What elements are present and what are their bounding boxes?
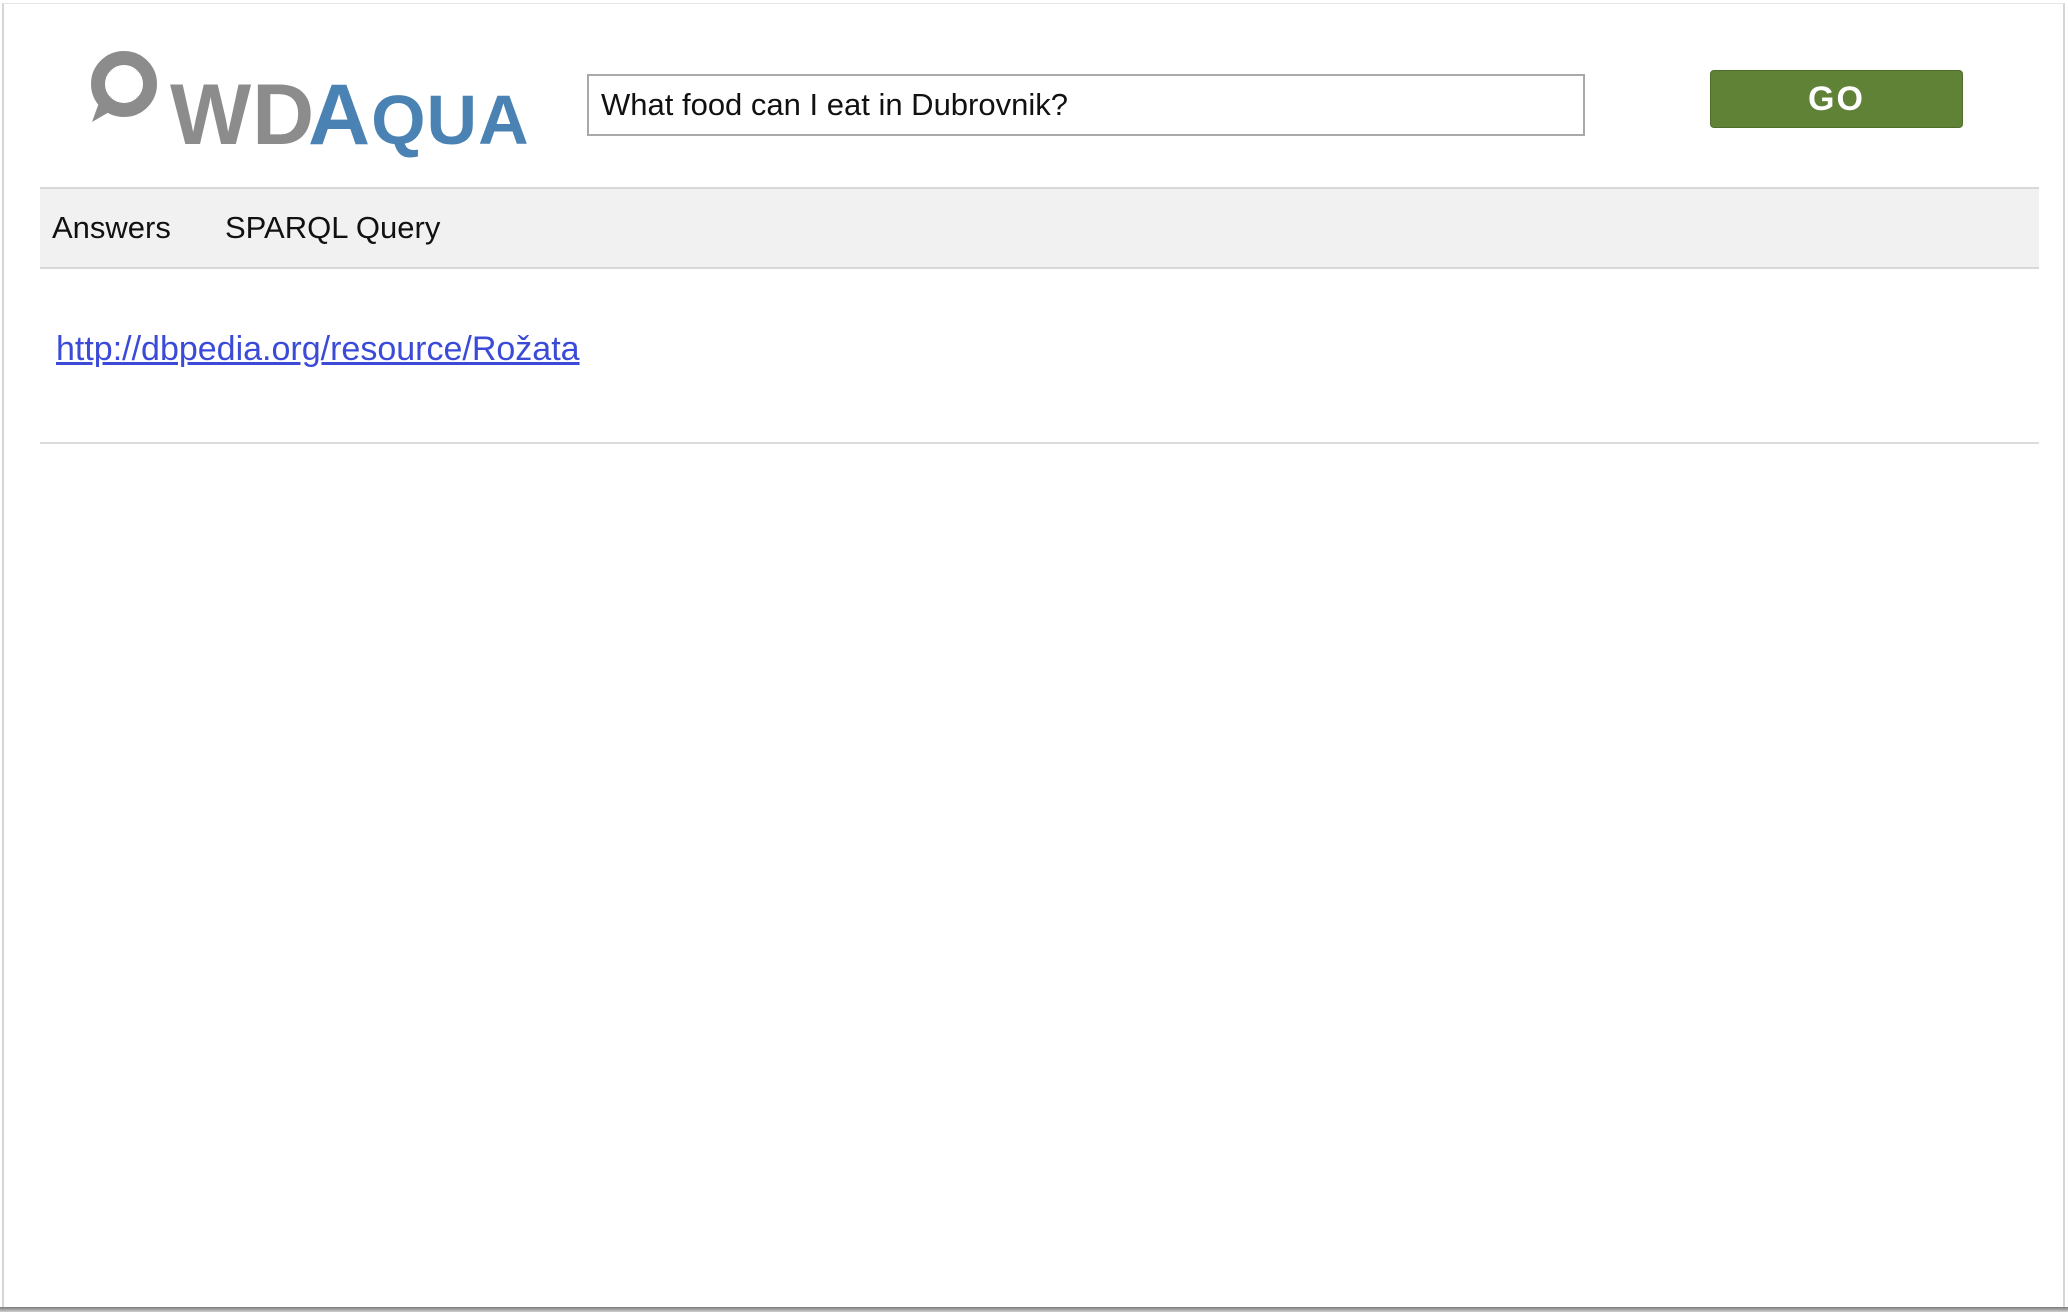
answer-link[interactable]: http://dbpedia.org/resource/Rožata <box>56 330 580 369</box>
go-button[interactable]: GO <box>1710 70 1963 128</box>
logo-text-aqua-rest: QUA <box>371 81 530 159</box>
tab-answers[interactable]: Answers <box>52 189 171 267</box>
results-tab-bar: Answers SPARQL Query <box>40 187 2039 269</box>
speech-bubble-icon <box>91 51 157 122</box>
results-divider <box>40 442 2039 444</box>
wdaqua-logo[interactable]: WD AQUA <box>86 50 529 159</box>
app-window: WD AQUA GO Answers SPARQL Query http://d… <box>2 3 2065 1307</box>
logo-text-aqua: AQUA <box>308 72 530 163</box>
window-bottom-edge <box>0 1307 2068 1312</box>
logo-text-wd: WD <box>170 67 316 163</box>
tab-sparql-query[interactable]: SPARQL Query <box>225 189 440 267</box>
question-input[interactable] <box>587 74 1585 136</box>
logo-text-aqua-initial: A <box>308 67 372 163</box>
